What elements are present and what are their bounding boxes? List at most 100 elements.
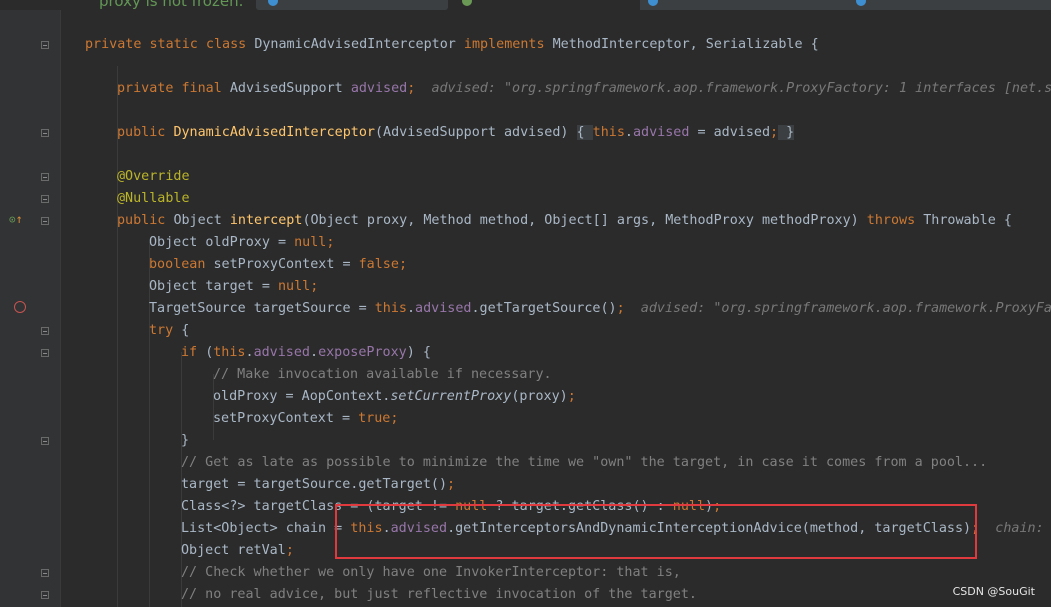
field-name: advised — [253, 345, 310, 360]
keyword: null — [294, 235, 327, 250]
code-comment: // Make invocation available if necessar… — [213, 367, 552, 382]
code-text: List<Object> chain = — [181, 521, 351, 536]
keyword: this — [213, 345, 246, 360]
keyword: this — [374, 301, 407, 316]
keyword: private final — [117, 81, 230, 96]
gutter-separator — [60, 0, 61, 607]
semicolon: ; — [770, 125, 779, 140]
keyword: implements — [455, 37, 553, 52]
params: (AdvisedSupport advised) — [374, 125, 577, 140]
debug-value-hint: chain: — [995, 521, 1051, 536]
code-line[interactable]: Object oldProxy = null; — [149, 232, 334, 254]
code-text: TargetSource targetSource = — [149, 301, 375, 316]
keyword: this — [592, 125, 625, 140]
fold-icon[interactable] — [41, 327, 49, 335]
code-text: ) { — [406, 345, 431, 360]
code-text: Object oldProxy = — [149, 235, 295, 250]
code-text: Object retVal — [181, 543, 286, 558]
code-text: . — [245, 345, 254, 360]
type-name: AdvisedSupport — [229, 81, 351, 96]
code-text: setProxyContext = — [213, 257, 359, 272]
fold-icon[interactable] — [41, 591, 49, 599]
keyword: false — [358, 257, 399, 272]
code-line[interactable]: Object target = null; — [149, 276, 318, 298]
code-line[interactable]: private static class DynamicAdvisedInter… — [85, 34, 819, 56]
semicolon: ; — [616, 301, 625, 316]
fold-icon[interactable] — [41, 173, 49, 181]
debug-value-hint: advised: "org.springframework.aop.framew… — [431, 81, 1051, 96]
keyword: private static class — [85, 37, 255, 52]
code-line[interactable]: boolean setProxyContext = false; — [149, 254, 407, 276]
code-text: .getTargetSource() — [471, 301, 617, 316]
doc-comment: proxy is not frozen. — [99, 0, 244, 10]
fold-icon[interactable] — [41, 349, 49, 357]
fold-icon[interactable] — [41, 195, 49, 203]
code-text: target = targetSource.getTarget() — [181, 477, 448, 492]
code-line[interactable]: TargetSource targetSource = this.advised… — [149, 298, 1051, 320]
code-line[interactable]: public Object intercept(Object proxy, Me… — [117, 210, 1012, 232]
code-line[interactable]: if (this.advised.exposeProxy) { — [181, 342, 431, 364]
semicolon: ; — [567, 389, 576, 404]
keyword: throws — [866, 213, 924, 228]
code-comment: // Check whether we only have one Invoke… — [181, 565, 681, 580]
type-name: Object — [173, 213, 230, 228]
semicolon: ; — [390, 411, 399, 426]
params: (Object proxy, Method method, Object[] a… — [302, 213, 867, 228]
keyword: true — [358, 411, 391, 426]
semicolon: ; — [447, 477, 456, 492]
code-line[interactable]: target = targetSource.getTarget(); — [181, 474, 455, 496]
code-text: { — [181, 323, 190, 338]
code-text: MethodInterceptor, Serializable { — [552, 37, 819, 52]
folded-brace[interactable]: } — [778, 125, 795, 140]
class-name: DynamicAdvisedInterceptor — [254, 37, 456, 52]
debug-value-hint: advised: "org.springframework.aop.framew… — [640, 301, 1051, 316]
code-line[interactable]: oldProxy = AopContext.setCurrentProxy(pr… — [213, 386, 576, 408]
code-text: . — [624, 125, 633, 140]
fold-icon[interactable] — [41, 569, 49, 577]
fold-icon[interactable] — [41, 41, 49, 49]
annotation: @Override — [117, 169, 190, 184]
field-name: advised — [415, 301, 472, 316]
folded-brace[interactable]: { — [576, 125, 593, 140]
keyword: public — [117, 125, 174, 140]
field-name: advised — [350, 81, 408, 96]
keyword: public — [117, 213, 174, 228]
fold-icon[interactable] — [41, 129, 49, 137]
highlight-box — [335, 504, 977, 559]
code-line[interactable]: Object retVal; — [181, 540, 294, 562]
code-text: Object target = — [149, 279, 278, 294]
code-text: . — [406, 301, 416, 316]
semicolon: ; — [326, 235, 335, 250]
doc-comment-line: proxy is not frozen. — [99, 0, 243, 12]
keyword: null — [278, 279, 311, 294]
semicolon: ; — [398, 257, 407, 272]
method-name: intercept — [229, 213, 303, 228]
code-line[interactable]: } — [181, 430, 189, 452]
code-text: = advised — [689, 125, 771, 140]
keyword: try — [149, 323, 182, 338]
field-name: exposeProxy — [318, 345, 407, 360]
code-line[interactable]: public DynamicAdvisedInterceptor(Advised… — [117, 122, 795, 144]
fold-icon[interactable] — [41, 437, 49, 445]
method-name: DynamicAdvisedInterceptor — [173, 125, 375, 140]
override-icon[interactable]: ⊙↑ — [9, 212, 23, 227]
keyword: if — [181, 345, 206, 360]
annotation: @Nullable — [117, 191, 190, 206]
semicolon: ; — [285, 543, 294, 558]
breakpoint-icon[interactable] — [14, 301, 26, 313]
code-text: . — [310, 345, 319, 360]
keyword: boolean — [149, 257, 214, 272]
code-line[interactable]: try { — [149, 320, 189, 342]
semicolon: ; — [310, 279, 319, 294]
code-line[interactable]: setProxyContext = true; — [213, 408, 398, 430]
fold-icon[interactable] — [41, 217, 49, 225]
gutter-tick — [0, 40, 4, 52]
editor-gutter: ⊙↑ — [0, 0, 60, 607]
indent-guide — [117, 66, 118, 607]
static-method-call: setCurrentProxy — [390, 389, 512, 404]
field-name: advised — [632, 125, 690, 140]
code-text: (proxy) — [511, 389, 568, 404]
code-text: Throwable { — [923, 213, 1012, 228]
code-text: setProxyContext = — [213, 411, 359, 426]
code-line[interactable]: private final AdvisedSupport advised; ad… — [117, 78, 1051, 100]
